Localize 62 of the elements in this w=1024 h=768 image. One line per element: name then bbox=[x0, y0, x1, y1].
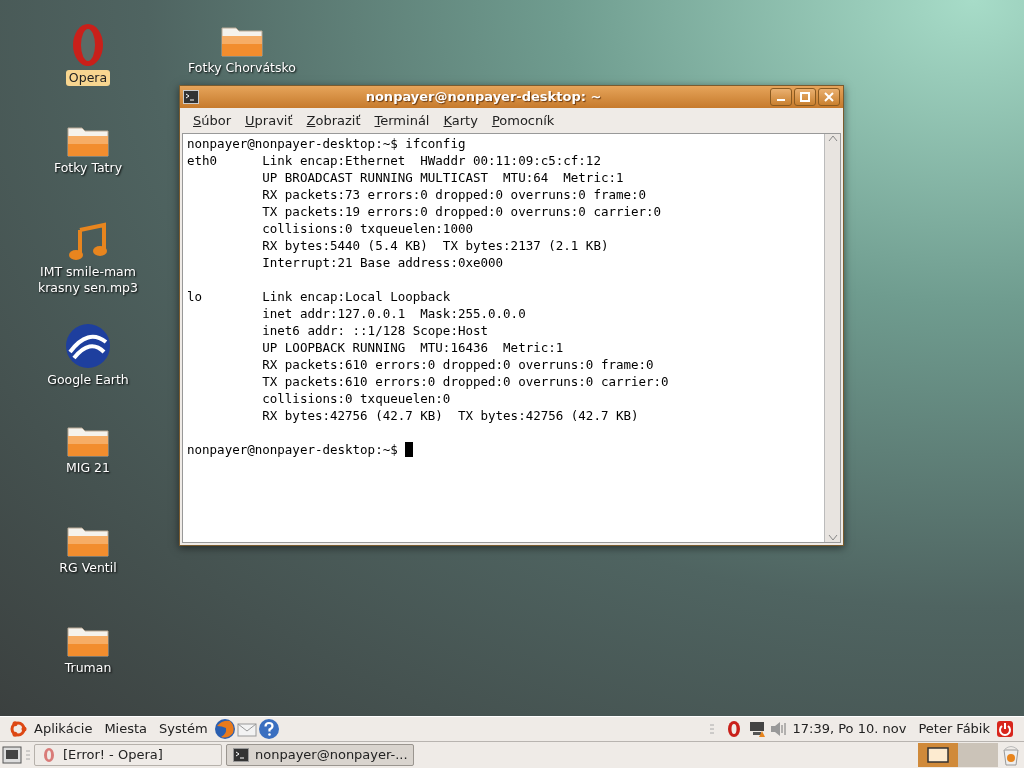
icon-label[interactable]: MIG 21 bbox=[62, 460, 113, 476]
taskbar-button[interactable]: nonpayer@nonpayer-... bbox=[226, 744, 414, 766]
icon-label[interactable]: Truman bbox=[61, 660, 115, 676]
close-button[interactable] bbox=[818, 88, 840, 106]
icon-label[interactable]: Opera bbox=[65, 70, 111, 86]
text-cursor bbox=[405, 442, 414, 457]
terminal-line: TX packets:19 errors:0 dropped:0 overruns:0 carrier:0 bbox=[261, 204, 662, 219]
terminal-line: inet addr:127.0.0.1 Mask:255.0.0.0 bbox=[261, 306, 526, 321]
drag-handle-icon bbox=[709, 724, 714, 734]
icon-label[interactable]: RG Ventil bbox=[56, 560, 120, 576]
icon-label[interactable]: Fotky Tatry bbox=[50, 160, 126, 176]
power-icon[interactable] bbox=[996, 720, 1014, 738]
icon-label[interactable]: IMT smile-mam krasny sen.mp3 bbox=[26, 264, 150, 296]
terminal-line: inet6 addr: ::1/128 Scope:Host bbox=[261, 323, 489, 338]
terminal-line: UP LOOPBACK RUNNING MTU:16436 Metric:1 bbox=[261, 340, 564, 355]
terminal-line: TX packets:610 errors:0 dropped:0 overruns:0 carrier:0 bbox=[261, 374, 669, 389]
menu-item[interactable]: Zobraziť bbox=[299, 110, 368, 131]
terminal-line: nonpayer@nonpayer-desktop:~$ ifconfig bbox=[187, 136, 466, 151]
terminal-line: RX packets:73 errors:0 dropped:0 overruns:0 frame:0 bbox=[261, 187, 647, 202]
terminal-line: RX bytes:42756 (42.7 KB) TX bytes:42756 (42.7 KB) bbox=[261, 408, 639, 423]
menu-item[interactable]: Pomocník bbox=[484, 110, 562, 131]
maximize-button[interactable] bbox=[794, 88, 816, 106]
terminal-icon bbox=[233, 748, 249, 762]
window-title: nonpayer@nonpayer-desktop: ~ bbox=[364, 88, 603, 107]
clock[interactable]: 17:39, Po 10. nov bbox=[786, 719, 913, 739]
drag-handle-icon bbox=[26, 750, 30, 760]
terminal-line: collisions:0 txqueuelen:1000 bbox=[261, 221, 473, 236]
terminal-line: lo Link encap:Local Loopback bbox=[187, 289, 451, 304]
music-note-icon[interactable] bbox=[66, 222, 110, 262]
window-icon bbox=[927, 747, 949, 763]
icon-label[interactable]: Fotky Chorvátsko bbox=[185, 60, 299, 76]
globe-icon[interactable] bbox=[64, 322, 112, 370]
menu-item[interactable]: Súbor bbox=[186, 110, 239, 131]
taskbar-button[interactable]: [Error! - Opera] bbox=[34, 744, 222, 766]
menu-item[interactable]: Upraviť bbox=[238, 110, 300, 131]
menu-item[interactable]: Terminál bbox=[367, 110, 437, 131]
terminal-line: collisions:0 txqueuelen:0 bbox=[261, 391, 451, 406]
minimize-button[interactable] bbox=[770, 88, 792, 106]
network-computer-icon[interactable] bbox=[747, 720, 766, 738]
icon-label[interactable]: Google Earth bbox=[44, 372, 132, 388]
show-desktop-icon[interactable] bbox=[2, 745, 22, 765]
terminal-line: UP BROADCAST RUNNING MULTICAST MTU:64 Metric:1 bbox=[261, 170, 624, 185]
menu-item[interactable]: Karty bbox=[436, 110, 485, 131]
terminal-line: nonpayer@nonpayer-desktop:~$ bbox=[187, 442, 399, 457]
scrollbar[interactable] bbox=[824, 134, 840, 542]
panel-menu[interactable]: Miesta bbox=[98, 719, 154, 739]
panel-menu[interactable]: Systém bbox=[153, 719, 214, 739]
opera-logo-icon bbox=[41, 747, 57, 763]
maximize-icon bbox=[800, 92, 810, 102]
terminal-line: Interrupt:21 Base address:0xe000 bbox=[261, 255, 504, 270]
minimize-icon bbox=[777, 99, 785, 101]
terminal-line: RX packets:610 errors:0 dropped:0 overruns:0 frame:0 bbox=[261, 357, 654, 372]
workspace-button[interactable] bbox=[918, 743, 958, 767]
panel-menu[interactable]: Aplikácie bbox=[28, 719, 99, 739]
help-icon[interactable] bbox=[257, 718, 280, 740]
terminal-line: eth0 Link encap:Ethernet HWaddr 00:11:09:c5:cf:12 bbox=[187, 153, 601, 168]
ubuntu-logo-icon[interactable] bbox=[8, 719, 28, 739]
user-name[interactable]: Peter Fábik bbox=[912, 719, 996, 739]
browser-globe-icon[interactable] bbox=[213, 718, 236, 740]
close-icon bbox=[824, 92, 834, 102]
terminal-line: RX bytes:5440 (5.4 KB) TX bytes:2137 (2.1 KB) bbox=[261, 238, 609, 253]
terminal-icon bbox=[183, 90, 199, 104]
